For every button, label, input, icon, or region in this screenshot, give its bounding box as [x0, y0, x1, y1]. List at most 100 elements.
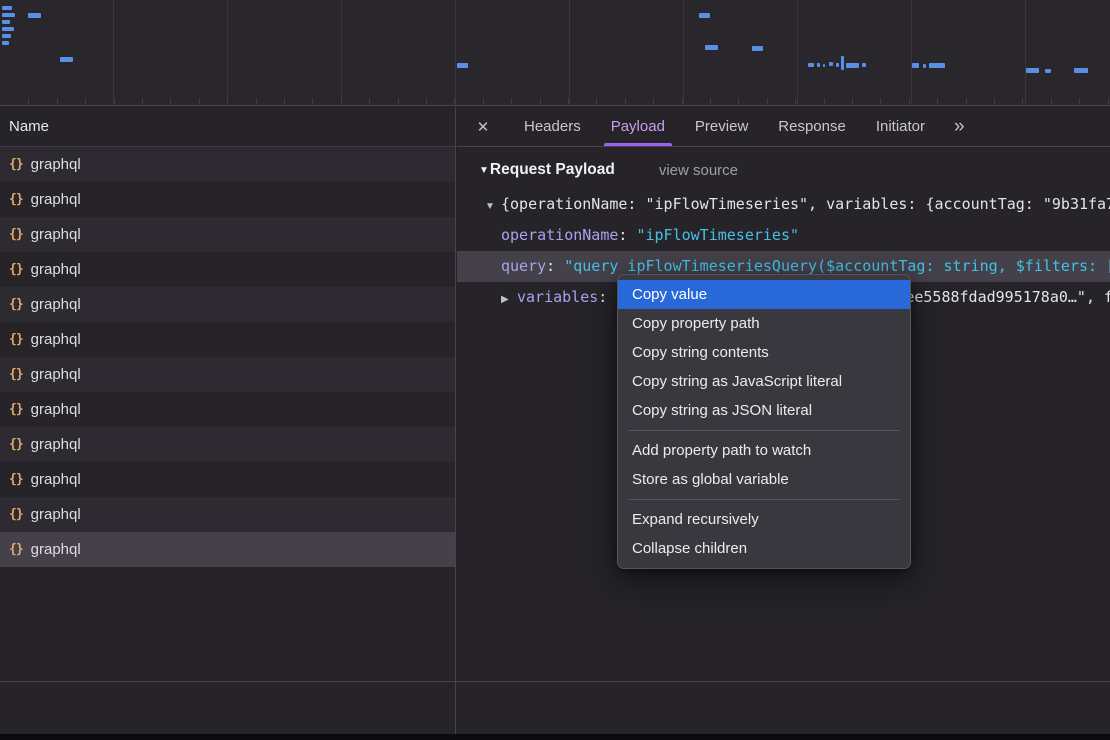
- request-name-label: graphql: [31, 156, 81, 173]
- tree-text-string: "query ipFlowTimeseriesQuery($accountTag…: [564, 257, 1110, 275]
- request-name-label: graphql: [31, 261, 81, 278]
- overview-ruler-tick: [227, 98, 228, 104]
- overview-ruler-tick: [199, 98, 200, 104]
- request-name-label: graphql: [31, 226, 81, 243]
- network-activity-bar: [836, 63, 839, 67]
- menu-item-store-as-global-variable[interactable]: Store as global variable: [618, 465, 910, 494]
- overview-ruler-tick: [852, 98, 853, 104]
- overview-ruler-tick: [398, 98, 399, 104]
- network-activity-bar: [28, 13, 41, 18]
- network-request-row[interactable]: {} graphql: [0, 392, 455, 427]
- name-column-header[interactable]: Name: [0, 107, 455, 147]
- tree-text-plain: :: [598, 288, 616, 306]
- network-activity-bar: [705, 45, 718, 50]
- network-overview-timeline[interactable]: [0, 0, 1110, 106]
- network-activity-bar: [912, 63, 919, 68]
- network-request-row[interactable]: {}graphql: [0, 427, 455, 462]
- json-braces-icon: {}: [9, 227, 23, 242]
- network-activity-bar: [1045, 69, 1051, 73]
- network-request-row[interactable]: {} graphql: [0, 217, 455, 252]
- collapsed-triangle-icon[interactable]: ▶: [501, 284, 517, 313]
- section-title: Request Payload: [490, 161, 615, 179]
- request-name-label: graphql: [31, 366, 81, 383]
- overview-ruler-tick: [170, 98, 171, 104]
- overview-gridline: [569, 0, 570, 105]
- request-name-label: graphql: [31, 296, 81, 313]
- context-menu: Copy valueCopy property pathCopy string …: [617, 274, 911, 569]
- json-braces-icon: {}: [9, 402, 23, 417]
- overview-ruler-tick: [880, 98, 881, 104]
- network-activity-bar: [457, 63, 468, 68]
- menu-item-expand-recursively[interactable]: Expand recursively: [618, 505, 910, 534]
- menu-item-copy-string-as-json-literal[interactable]: Copy string as JSON literal: [618, 396, 910, 425]
- request-payload-section-header: ▼ Request Payload view source: [457, 147, 1110, 186]
- network-activity-bar: [2, 34, 11, 38]
- menu-item-add-property-path-to-watch[interactable]: Add property path to watch: [618, 436, 910, 465]
- overview-ruler-tick: [312, 98, 313, 104]
- network-request-row[interactable]: {}graphql: [0, 147, 455, 182]
- menu-item-copy-property-path[interactable]: Copy property path: [618, 309, 910, 338]
- request-name-label: graphql: [31, 401, 81, 418]
- overview-ruler-tick: [454, 98, 455, 104]
- payload-tree-row[interactable]: operationName: "ipFlowTimeseries": [457, 220, 1110, 251]
- request-rows: {} graphql {} graphql {} graphql {} graphql {} gr…: [0, 147, 455, 567]
- name-column-label: Name: [9, 118, 49, 135]
- overview-ruler-tick: [653, 98, 654, 104]
- expanded-triangle-icon[interactable]: ▼: [485, 191, 501, 220]
- json-braces-icon: {}: [9, 507, 23, 522]
- json-braces-icon: {}: [9, 542, 23, 557]
- footer-divider: [0, 681, 1110, 682]
- network-activity-bar: [60, 57, 73, 62]
- overview-gridline: [1025, 0, 1026, 105]
- tab-response[interactable]: Response: [763, 107, 861, 146]
- overview-ruler-tick: [483, 98, 484, 104]
- network-request-row[interactable]: {}graphql: [0, 497, 455, 532]
- tree-text-string: "ipFlowTimeseries": [636, 226, 799, 244]
- overview-ruler-tick: [596, 98, 597, 104]
- menu-separator: [628, 499, 900, 500]
- tab-preview[interactable]: Preview: [680, 107, 763, 146]
- network-activity-bar: [841, 56, 844, 70]
- overview-ruler-tick: [511, 98, 512, 104]
- view-source-link[interactable]: view source: [659, 162, 738, 179]
- network-request-row[interactable]: {}graphql: [0, 462, 455, 497]
- network-request-row[interactable]: {}graphql: [0, 287, 455, 322]
- close-icon[interactable]: ✕: [457, 118, 509, 136]
- overview-ruler-tick: [795, 98, 796, 104]
- overview-gridline: [911, 0, 912, 105]
- overview-ruler-tick: [937, 98, 938, 104]
- overview-ruler-tick: [85, 98, 86, 104]
- request-name-label: graphql: [31, 471, 81, 488]
- network-request-row[interactable]: {}graphql: [0, 182, 455, 217]
- overview-ruler-tick: [256, 98, 257, 104]
- overview-ruler-tick: [994, 98, 995, 104]
- network-activity-bar: [929, 63, 945, 68]
- network-request-row[interactable]: {} graphql: [0, 252, 455, 287]
- json-braces-icon: {}: [9, 437, 23, 452]
- tab-payload[interactable]: Payload: [596, 107, 680, 146]
- menu-item-collapse-children[interactable]: Collapse children: [618, 534, 910, 563]
- menu-item-copy-string-as-javascript-literal[interactable]: Copy string as JavaScript literal: [618, 367, 910, 396]
- tree-text-key: operationName: [501, 226, 618, 244]
- more-tabs-icon[interactable]: »: [954, 116, 963, 138]
- tree-text-plain: :: [618, 226, 636, 244]
- json-braces-icon: {}: [9, 332, 23, 347]
- disclosure-triangle-icon[interactable]: ▼: [479, 165, 489, 176]
- network-activity-bar: [2, 13, 15, 17]
- tab-headers[interactable]: Headers: [509, 107, 596, 146]
- overview-ruler-tick: [625, 98, 626, 104]
- network-request-row[interactable]: {}graphql: [0, 532, 455, 567]
- tree-text-plain: :: [546, 257, 564, 275]
- network-activity-bar: [1026, 68, 1039, 73]
- devtools-window: Name {}graphql{}graphql{}graphql{}graphq…: [0, 0, 1110, 740]
- overview-ruler-tick: [710, 98, 711, 104]
- network-request-row[interactable]: {}graphql: [0, 322, 455, 357]
- payload-tree-row[interactable]: ▼{operationName: "ipFlowTimeseries", var…: [457, 189, 1110, 220]
- overview-ruler-tick: [1022, 98, 1023, 104]
- tab-initiator[interactable]: Initiator: [861, 107, 940, 146]
- network-request-row[interactable]: {}graphql: [0, 357, 455, 392]
- network-activity-bar: [752, 46, 763, 51]
- json-braces-icon: {}: [9, 262, 23, 277]
- menu-item-copy-string-contents[interactable]: Copy string contents: [618, 338, 910, 367]
- menu-item-copy-value[interactable]: Copy value: [618, 280, 910, 309]
